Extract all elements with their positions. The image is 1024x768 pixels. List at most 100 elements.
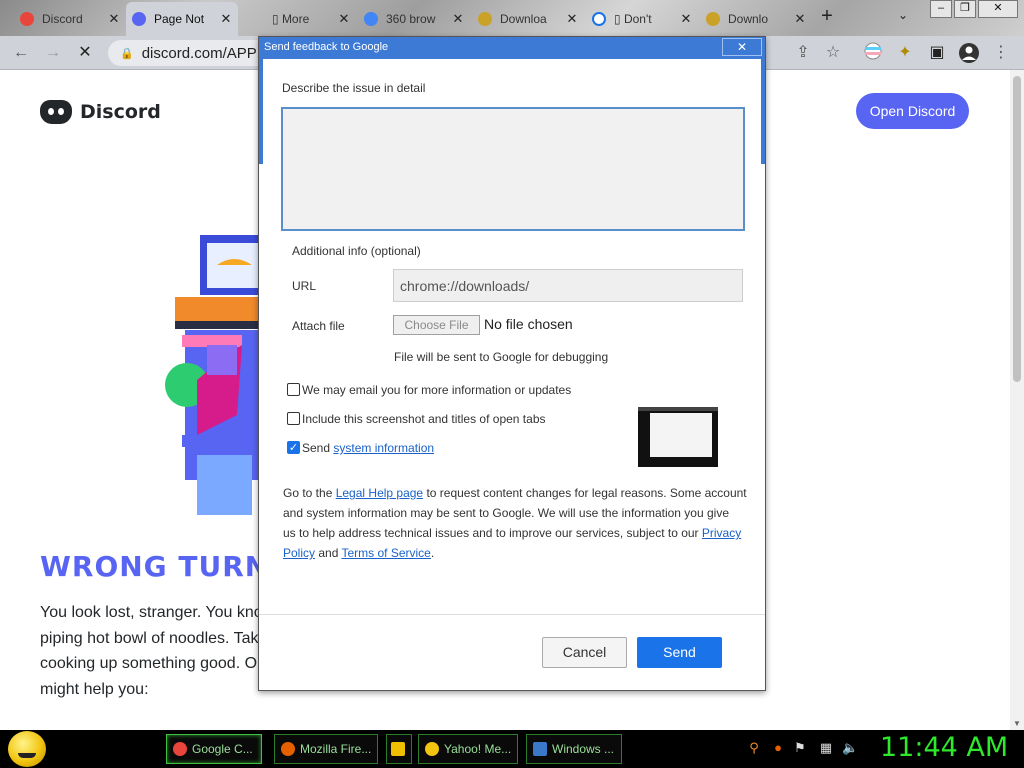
tab-dont[interactable]: ▯ Don't ✕ <box>586 4 698 34</box>
close-icon[interactable]: ✕ <box>452 11 464 27</box>
address-bar[interactable]: 🔒 discord.com/APP <box>108 40 258 66</box>
taskbar-yahoo-messenger[interactable]: Yahoo! Me... <box>418 734 518 764</box>
screenshot-checkbox[interactable] <box>287 412 300 425</box>
close-icon[interactable]: ✕ <box>220 11 232 27</box>
system-info-checkbox[interactable]: ✓ <box>287 441 300 454</box>
clock[interactable]: 11:44 AM <box>880 732 1008 763</box>
screenshot-option-label: Include this screenshot and titles of op… <box>302 412 546 426</box>
thumbnail-content <box>650 413 712 457</box>
tab-label: ▯ More <box>272 12 310 26</box>
window-close-button[interactable]: ✕ <box>978 0 1018 18</box>
tab-search-icon[interactable]: ⌄ <box>898 8 916 26</box>
new-tab-button[interactable]: + <box>816 6 838 28</box>
taskbar-label: Mozilla Fire... <box>300 742 372 756</box>
tab-discord[interactable]: Discord ✕ <box>14 4 126 34</box>
flag-icon[interactable]: ⚑ <box>792 740 808 756</box>
legal-text: to request content changes for legal rea… <box>423 486 747 500</box>
tab-label: Downlo <box>728 12 769 26</box>
legal-text: us to help address technical issues and … <box>283 526 702 540</box>
profile-avatar-icon[interactable] <box>958 42 980 64</box>
back-icon[interactable]: ← <box>10 42 32 64</box>
network-icon[interactable]: ▦ <box>818 740 834 756</box>
folder-icon <box>391 742 405 756</box>
dialog-divider <box>259 614 765 615</box>
legal-text: and <box>315 546 342 560</box>
legal-help-link[interactable]: Legal Help page <box>336 486 423 500</box>
yahoo-smiley-icon <box>425 742 439 756</box>
bookmark-star-icon[interactable]: ☆ <box>822 42 844 64</box>
screenshot-thumbnail[interactable] <box>638 407 718 467</box>
blank-favicon-icon <box>250 12 264 26</box>
close-icon[interactable]: ✕ <box>108 11 120 27</box>
debug-note: File will be sent to Google for debuggin… <box>394 350 609 364</box>
terms-of-service-link[interactable]: Terms of Service <box>342 546 431 560</box>
search-icon[interactable]: ⚲ <box>746 740 762 756</box>
tab-more[interactable]: ▯ More ✕ <box>244 4 356 34</box>
taskbar-folder[interactable] <box>386 734 412 764</box>
open-discord-button[interactable]: Open Discord <box>856 93 969 129</box>
chrome-icon <box>20 12 34 26</box>
url-field[interactable]: chrome://downloads/ <box>393 269 743 302</box>
taskbar-label: Yahoo! Me... <box>444 742 512 756</box>
page-scrollbar[interactable]: ▼ <box>1010 70 1024 730</box>
start-button[interactable] <box>8 731 46 767</box>
close-icon[interactable]: ✕ <box>566 11 578 27</box>
close-icon[interactable]: ✕ <box>794 11 806 27</box>
tab-download-1[interactable]: Downloa ✕ <box>472 4 584 34</box>
scrollbar-thumb[interactable] <box>1013 76 1021 382</box>
minimize-button[interactable]: – <box>930 0 952 18</box>
download-icon <box>706 12 720 26</box>
scroll-down-icon[interactable]: ▼ <box>1013 719 1021 728</box>
tab-360-browser[interactable]: 360 brow ✕ <box>358 4 470 34</box>
dialog-body: Describe the issue in detail Additional … <box>259 59 765 690</box>
tray-app-icon[interactable]: ● <box>770 740 786 756</box>
email-checkbox[interactable] <box>287 383 300 396</box>
dialog-title: Send feedback to Google <box>259 37 765 59</box>
discord-logo[interactable]: Discord <box>40 100 161 124</box>
volume-icon[interactable]: 🔈 <box>842 740 858 756</box>
extensions-puzzle-icon[interactable]: ✦ <box>894 42 916 64</box>
share-icon[interactable]: ⇪ <box>792 42 814 64</box>
tab-label: Page Not <box>154 12 205 26</box>
attach-file-label: Attach file <box>292 319 345 333</box>
system-info-option: Send system information <box>302 441 434 455</box>
lost-line: might help you: <box>40 680 149 698</box>
tab-page-not-found[interactable]: Page Not ✕ <box>126 2 238 36</box>
issue-description-textarea[interactable] <box>281 107 745 231</box>
taskbar-chrome[interactable]: Google C... <box>166 734 262 764</box>
tab-download-2[interactable]: Downlo ✕ <box>700 4 812 34</box>
system-information-link[interactable]: system information <box>333 441 434 455</box>
url-text: discord.com/APP <box>141 44 257 62</box>
choose-file-button[interactable]: Choose File <box>393 315 480 335</box>
brand-name: Discord <box>80 101 161 123</box>
send-button[interactable]: Send <box>637 637 722 668</box>
window-icon <box>533 742 547 756</box>
no-file-chosen-text: No file chosen <box>484 316 573 332</box>
legal-line: and system information may be sent to Go… <box>283 506 729 520</box>
firefox-icon <box>281 742 295 756</box>
extension-flag-icon[interactable] <box>862 42 884 64</box>
close-icon[interactable]: ✕ <box>338 11 350 27</box>
legal-notice: Go to the Legal Help page to request con… <box>283 483 747 563</box>
restore-button[interactable]: ❐ <box>954 0 976 18</box>
tab-label: Discord <box>42 12 83 26</box>
close-icon[interactable]: ✕ <box>680 11 692 27</box>
taskbar-label: Google C... <box>192 742 253 756</box>
policy-link[interactable]: Policy <box>283 546 315 560</box>
side-panel-icon[interactable]: ▣ <box>926 42 948 64</box>
dialog-close-button[interactable]: ✕ <box>722 38 762 56</box>
privacy-link[interactable]: Privacy <box>702 526 741 540</box>
cancel-button[interactable]: Cancel <box>542 637 627 668</box>
legal-text: Go to the <box>283 486 336 500</box>
legal-line: Go to the Legal Help page to request con… <box>283 483 747 503</box>
lost-message: You look lost, stranger. You know what h… <box>40 600 260 702</box>
tab-label: Downloa <box>500 12 547 26</box>
menu-kebab-icon[interactable]: ⋮ <box>990 42 1012 64</box>
forward-icon[interactable]: → <box>42 42 64 64</box>
taskbar-windows[interactable]: Windows ... <box>526 734 622 764</box>
taskbar-firefox[interactable]: Mozilla Fire... <box>274 734 378 764</box>
stop-loading-icon[interactable]: ✕ <box>74 42 96 64</box>
lost-line: piping hot bowl of noodles. Take a seat,… <box>40 629 260 647</box>
taskbar-label: Windows ... <box>552 742 615 756</box>
url-label: URL <box>292 279 317 293</box>
